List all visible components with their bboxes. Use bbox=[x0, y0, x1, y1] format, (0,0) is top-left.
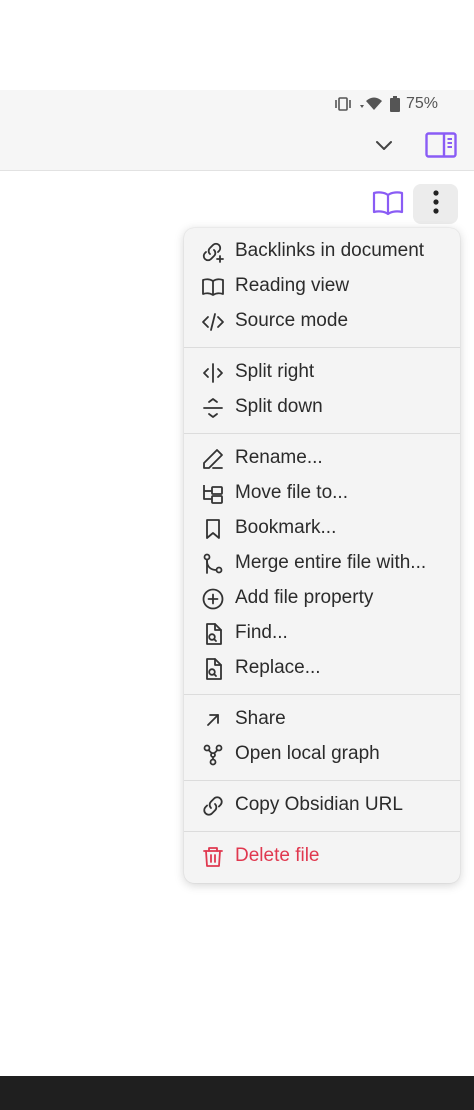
menu-separator bbox=[184, 347, 460, 348]
menu-item-label: Replace... bbox=[235, 657, 321, 678]
plus-circle-icon bbox=[201, 587, 225, 611]
book-open-icon bbox=[201, 275, 225, 299]
reading-view-button[interactable] bbox=[372, 190, 404, 221]
status-icons: 75% bbox=[334, 95, 438, 113]
menu-item-split-down[interactable]: Split down bbox=[184, 390, 460, 425]
menu-item-share[interactable]: Share bbox=[184, 702, 460, 737]
status-bar: 75% bbox=[0, 90, 474, 120]
more-vertical-icon bbox=[432, 189, 439, 219]
arrow-up-right-icon bbox=[201, 708, 225, 732]
menu-item-label: Move file to... bbox=[235, 482, 348, 503]
menu-item-label: Merge entire file with... bbox=[235, 552, 427, 573]
menu-item-delete-file[interactable]: Delete file bbox=[184, 839, 460, 874]
menu-item-local-graph[interactable]: Open local graph bbox=[184, 737, 460, 772]
code-icon bbox=[201, 310, 225, 334]
menu-item-find[interactable]: Find... bbox=[184, 616, 460, 651]
menu-item-split-right[interactable]: Split right bbox=[184, 355, 460, 390]
menu-item-label: Split down bbox=[235, 396, 323, 417]
menu-item-bookmark[interactable]: Bookmark... bbox=[184, 511, 460, 546]
menu-item-label: Source mode bbox=[235, 310, 349, 331]
graph-icon bbox=[201, 743, 225, 767]
menu-item-backlinks[interactable]: Backlinks in document bbox=[184, 234, 460, 269]
menu-item-rename[interactable]: Rename... bbox=[184, 441, 460, 476]
sidebar-toggle-icon[interactable] bbox=[425, 131, 457, 164]
menu-item-move-file[interactable]: Move file to... bbox=[184, 476, 460, 511]
battery-percent: 75% bbox=[405, 95, 438, 112]
backlinks-icon bbox=[201, 240, 225, 264]
menu-item-label: Find... bbox=[235, 622, 288, 643]
split-down-icon bbox=[201, 396, 225, 420]
folder-tree-icon bbox=[201, 482, 225, 506]
battery-icon bbox=[389, 96, 400, 112]
view-header bbox=[0, 120, 474, 171]
menu-item-label: Split right bbox=[235, 361, 315, 382]
menu-item-label: Bookmark... bbox=[235, 517, 337, 538]
menu-item-copy-url[interactable]: Copy Obsidian URL bbox=[184, 788, 460, 823]
bookmark-icon bbox=[201, 517, 225, 541]
file-replace-icon bbox=[201, 657, 225, 681]
menu-item-label: Delete file bbox=[235, 845, 320, 866]
menu-item-add-property[interactable]: Add file property bbox=[184, 581, 460, 616]
link-icon bbox=[201, 794, 225, 818]
menu-item-label: Copy Obsidian URL bbox=[235, 794, 403, 815]
menu-item-label: Rename... bbox=[235, 447, 323, 468]
context-menu: Backlinks in document Reading view Sourc… bbox=[184, 228, 460, 883]
menu-item-label: Backlinks in document bbox=[235, 240, 425, 261]
git-merge-icon bbox=[201, 552, 225, 576]
wifi-icon bbox=[358, 96, 384, 112]
split-right-icon bbox=[201, 361, 225, 385]
menu-separator bbox=[184, 831, 460, 832]
menu-separator bbox=[184, 780, 460, 781]
vibrate-icon bbox=[334, 97, 352, 111]
more-options-button[interactable] bbox=[413, 184, 458, 224]
file-search-icon bbox=[201, 622, 225, 646]
menu-item-reading-view[interactable]: Reading view bbox=[184, 269, 460, 304]
menu-item-replace[interactable]: Replace... bbox=[184, 651, 460, 686]
menu-item-label: Open local graph bbox=[235, 743, 380, 764]
menu-item-merge-file[interactable]: Merge entire file with... bbox=[184, 546, 460, 581]
menu-item-label: Reading view bbox=[235, 275, 350, 296]
chevron-down-icon[interactable] bbox=[374, 136, 394, 161]
trash-icon bbox=[201, 845, 225, 869]
menu-separator bbox=[184, 694, 460, 695]
menu-item-label: Add file property bbox=[235, 587, 374, 608]
pencil-icon bbox=[201, 447, 225, 471]
navigation-bar bbox=[0, 1076, 474, 1110]
menu-item-source-mode[interactable]: Source mode bbox=[184, 304, 460, 339]
menu-item-label: Share bbox=[235, 708, 286, 729]
menu-separator bbox=[184, 433, 460, 434]
